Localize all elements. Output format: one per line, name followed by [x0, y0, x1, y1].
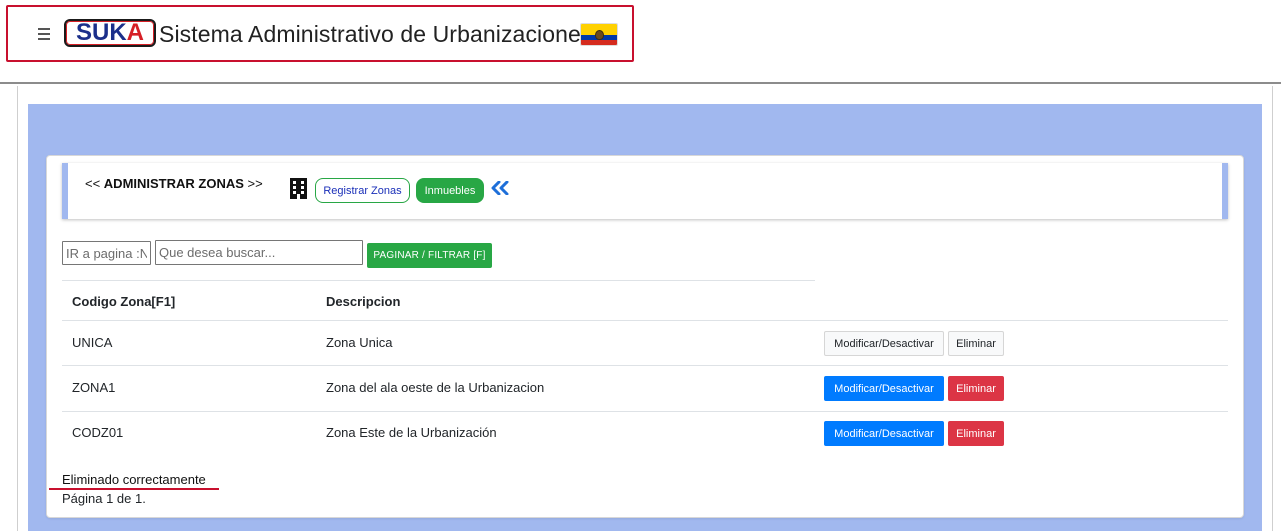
status-message: Eliminado correctamente — [62, 472, 206, 487]
row-divider — [62, 411, 1228, 412]
modify-button[interactable]: Modificar/Desactivar — [824, 376, 944, 401]
modify-button[interactable]: Modificar/Desactivar — [824, 331, 944, 356]
left-rail — [17, 86, 18, 531]
app-title: Sistema Administrativo de Urbanizaciones — [159, 21, 593, 47]
suka-logo[interactable]: SUKA — [64, 19, 156, 47]
row-divider — [62, 365, 1228, 366]
modify-button[interactable]: Modificar/Desactivar — [824, 421, 944, 446]
search-input[interactable] — [155, 240, 363, 265]
page-number-input[interactable] — [62, 241, 151, 265]
row-divider — [62, 320, 1228, 321]
column-header-code[interactable]: Codigo Zona[F1] — [72, 294, 175, 309]
cell-description: Zona Unica — [326, 335, 393, 350]
column-header-description: Descripcion — [326, 294, 401, 309]
building-icon — [290, 178, 307, 199]
pagination-info: Página 1 de 1. — [62, 491, 146, 506]
cell-code: CODZ01 — [72, 425, 124, 440]
delete-button[interactable]: Eliminar — [948, 376, 1004, 401]
delete-button[interactable]: Eliminar — [948, 421, 1004, 446]
filter-divider — [62, 280, 815, 281]
brand-box: SUKA Sistema Administrativo de Urbanizac… — [6, 5, 634, 62]
panel-header — [62, 163, 1228, 219]
cell-description: Zona Este de la Urbanización — [326, 425, 497, 440]
status-underline — [49, 488, 219, 490]
register-zones-button[interactable]: Registrar Zonas — [315, 178, 410, 203]
top-navbar: SUKA Sistema Administrativo de Urbanizac… — [0, 0, 1281, 84]
ecuador-flag-icon — [580, 23, 618, 46]
page-title: << ADMINISTRAR ZONAS >> — [85, 176, 263, 191]
right-rail — [1272, 86, 1273, 531]
double-chevron-left-icon[interactable] — [490, 181, 510, 195]
cell-code: UNICA — [72, 335, 113, 350]
paginate-filter-button[interactable]: PAGINAR / FILTRAR [F] — [367, 243, 492, 268]
inmuebles-button[interactable]: Inmuebles — [416, 178, 484, 203]
cell-description: Zona del ala oeste de la Urbanizacion — [326, 380, 545, 395]
cell-code: ZONA1 — [72, 380, 116, 395]
hamburger-icon[interactable] — [38, 28, 51, 40]
delete-button[interactable]: Eliminar — [948, 331, 1004, 356]
